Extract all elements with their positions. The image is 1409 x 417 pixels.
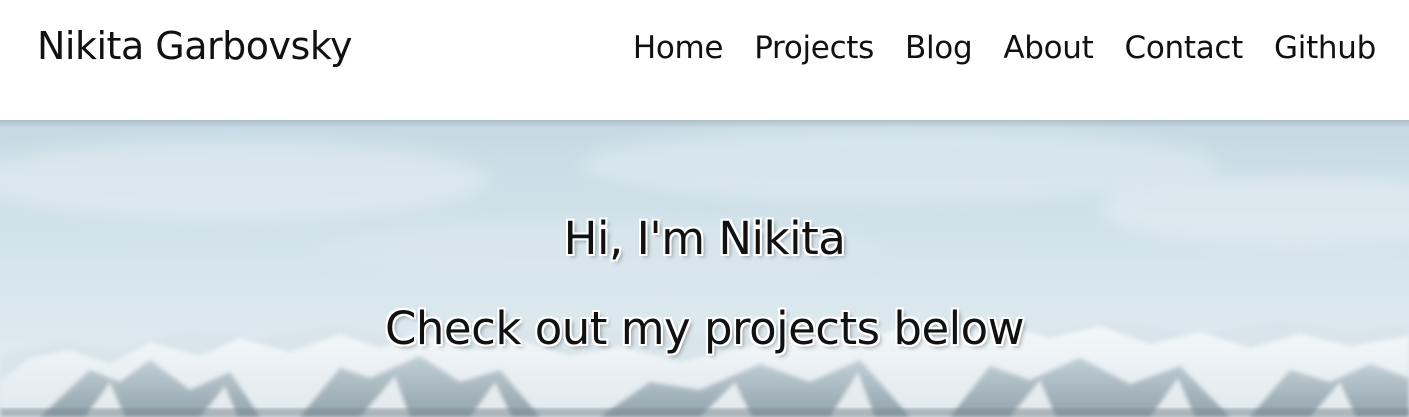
nav-link-home[interactable]: Home — [633, 30, 724, 66]
nav-link-contact[interactable]: Contact — [1125, 30, 1244, 66]
nav-item: Home — [633, 30, 724, 66]
header-shadow — [0, 120, 1409, 128]
nav-item: Projects — [754, 30, 874, 66]
nav-link-github[interactable]: Github — [1274, 30, 1376, 66]
nav-link-blog[interactable]: Blog — [905, 30, 973, 66]
nav-link-projects[interactable]: Projects — [754, 30, 874, 66]
nav-item: Contact — [1125, 30, 1244, 66]
hero-tagline: Check out my projects below — [384, 302, 1025, 355]
nav-item: Github — [1274, 30, 1376, 66]
nav-item: About — [1003, 30, 1093, 66]
brand-link[interactable]: Nikita Garbovsky — [37, 24, 352, 68]
mountain-background-image — [0, 120, 1409, 417]
navbar: Nikita Garbovsky Home Projects Blog Abou… — [0, 0, 1409, 120]
nav-link-about[interactable]: About — [1003, 30, 1093, 66]
page: Nikita Garbovsky Home Projects Blog Abou… — [0, 0, 1409, 417]
hero-banner: Hi, I'm Nikita Check out my projects bel… — [0, 120, 1409, 417]
nav-item: Blog — [905, 30, 973, 66]
nav-menu: Home Projects Blog About Contact Github — [633, 30, 1376, 66]
hero-greeting: Hi, I'm Nikita — [563, 212, 846, 265]
